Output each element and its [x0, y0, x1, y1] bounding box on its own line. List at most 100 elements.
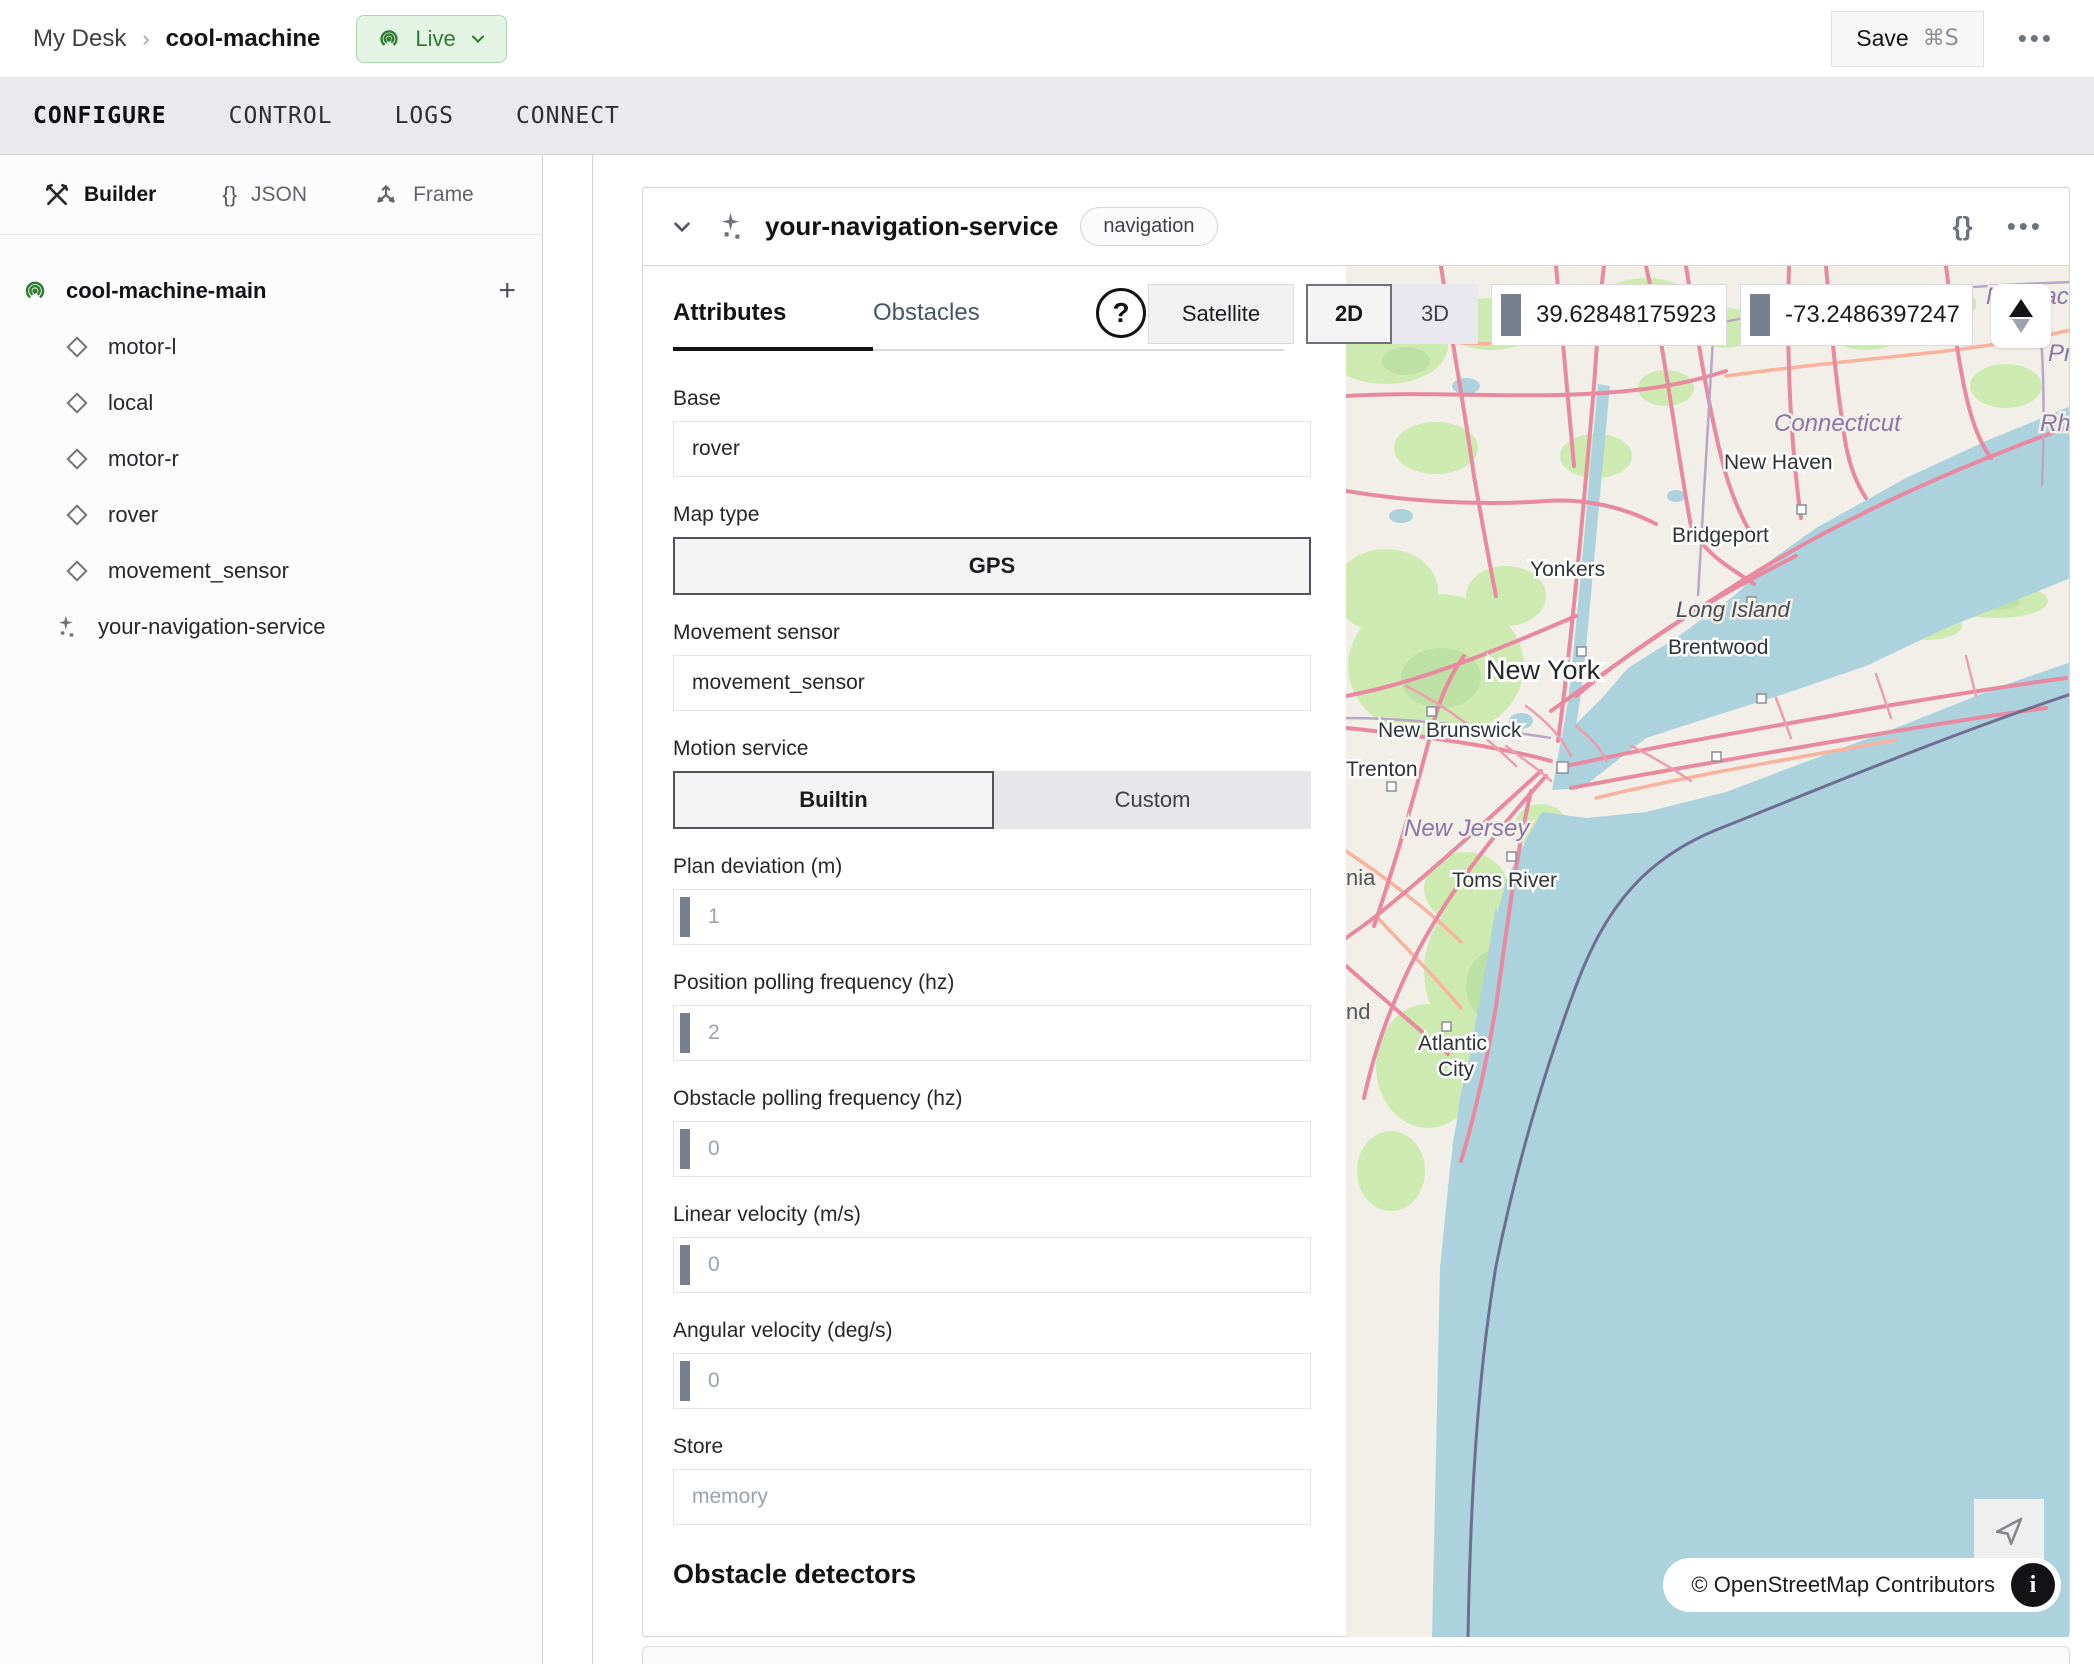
collapse-chevron-icon[interactable] [669, 214, 695, 240]
drag-handle[interactable] [1501, 294, 1521, 336]
config-sidebar: Builder {} JSON Frame [0, 155, 543, 1664]
tab-control[interactable]: CONTROL [229, 103, 333, 129]
plan-deviation-input[interactable]: 1 [673, 889, 1311, 945]
step-down-icon[interactable] [2012, 319, 2030, 333]
base-input[interactable]: rover [673, 421, 1311, 477]
longitude-value: -73.2486397247 [1785, 301, 1960, 329]
tree-item-motor-l[interactable]: motor-l [0, 319, 542, 375]
component-diamond-icon [62, 558, 92, 584]
card-more-menu-icon[interactable]: ••• [2007, 211, 2043, 242]
angular-velocity-input[interactable]: 0 [673, 1353, 1311, 1409]
field-linear-velocity: Linear velocity (m/s) 0 [673, 1203, 1311, 1293]
view-tab-json[interactable]: {} JSON [222, 182, 307, 208]
motion-service-builtin-button[interactable]: Builtin [673, 771, 994, 829]
obstacle-polling-input[interactable]: 0 [673, 1121, 1311, 1177]
viam-configure-page: My Desk › cool-machine Live Save ⌘S ••• … [0, 0, 2094, 1664]
component-diamond-icon [62, 502, 92, 528]
live-status-dropdown[interactable]: Live [356, 15, 506, 63]
info-icon[interactable]: i [2011, 1563, 2055, 1607]
motion-service-custom-button[interactable]: Custom [994, 771, 1311, 829]
angular-velocity-value: 0 [708, 1369, 720, 1393]
view-json-icon[interactable]: {} [1952, 211, 1972, 242]
navigation-service-card: your-navigation-service navigation {} ••… [642, 187, 2070, 1637]
drag-handle[interactable] [680, 897, 690, 937]
field-plan-deviation: Plan deviation (m) 1 [673, 855, 1311, 945]
machine-part-tree: cool-machine-main + motor-l local moto [0, 235, 542, 655]
field-label: Plan deviation (m) [673, 855, 1311, 879]
map-mode-2d-button[interactable]: 2D [1306, 284, 1392, 344]
latitude-input[interactable]: 39.62848175923 [1491, 284, 1727, 346]
svg-text:Atlantic: Atlantic [1418, 1032, 1487, 1055]
svg-text:New Haven: New Haven [1724, 451, 1833, 474]
svg-text:New York: New York [1486, 655, 1601, 685]
field-position-polling: Position polling frequency (hz) 2 [673, 971, 1311, 1061]
tab-configure[interactable]: CONFIGURE [33, 103, 167, 129]
store-input[interactable]: memory [673, 1469, 1311, 1525]
view-switcher: Builder {} JSON Frame [0, 155, 542, 235]
field-label: Base [673, 387, 1311, 411]
tree-item-local[interactable]: local [0, 375, 542, 431]
more-menu-icon[interactable]: ••• [2018, 23, 2054, 54]
save-button[interactable]: Save ⌘S [1831, 11, 1983, 67]
chevron-down-icon [468, 29, 488, 49]
next-card-strip[interactable] [642, 1646, 2070, 1664]
tab-logs[interactable]: LOGS [395, 103, 454, 129]
component-diamond-icon [62, 334, 92, 360]
svg-text:New Brunswick: New Brunswick [1378, 719, 1522, 742]
field-label: Motion service [673, 737, 1311, 761]
svg-text:Long Island: Long Island [1676, 597, 1791, 622]
linear-velocity-value: 0 [708, 1253, 720, 1277]
component-diamond-icon [62, 390, 92, 416]
movement-sensor-input[interactable]: movement_sensor [673, 655, 1311, 711]
drag-handle[interactable] [680, 1129, 690, 1169]
motion-service-toggle: Builtin Custom [673, 771, 1311, 829]
svg-text:Trenton: Trenton [1346, 758, 1418, 781]
main-tab-bar: CONFIGURE CONTROL LOGS CONNECT [0, 77, 2094, 155]
svg-text:nd: nd [1346, 999, 1370, 1024]
field-map-type: Map type GPS [673, 503, 1311, 595]
field-motion-service: Motion service Builtin Custom [673, 737, 1311, 829]
tab-obstacles[interactable]: Obstacles [873, 281, 1284, 351]
tab-connect[interactable]: CONNECT [516, 103, 620, 129]
position-polling-input[interactable]: 2 [673, 1005, 1311, 1061]
breadcrumb-parent[interactable]: My Desk [33, 25, 126, 53]
view-tab-frame[interactable]: Frame [373, 182, 474, 208]
tree-root-cool-machine-main[interactable]: cool-machine-main + [0, 263, 542, 319]
navigation-map[interactable]: Massach Pro Rhod Connecticut New Haven B… [1346, 266, 2069, 1637]
view-tab-label: JSON [251, 183, 307, 207]
drag-handle[interactable] [680, 1361, 690, 1401]
field-angular-velocity: Angular velocity (deg/s) 0 [673, 1319, 1311, 1409]
svg-text:Toms River: Toms River [1452, 869, 1557, 892]
add-component-button[interactable]: + [498, 276, 516, 306]
attribution-text[interactable]: © OpenStreetMap Contributors [1691, 1572, 1995, 1598]
panel-divider[interactable] [592, 155, 593, 1664]
view-tab-builder[interactable]: Builder [44, 182, 156, 208]
locate-button[interactable] [1974, 1499, 2044, 1563]
tree-item-your-navigation-service[interactable]: your-navigation-service [0, 599, 542, 655]
drag-handle[interactable] [680, 1013, 690, 1053]
map-mode-3d-button[interactable]: 3D [1392, 284, 1478, 344]
navigation-service-icon [715, 210, 749, 244]
zoom-stepper[interactable] [1991, 284, 2051, 348]
attributes-form: Attributes Obstacles Base rover Map type… [673, 266, 1311, 1590]
drag-handle[interactable] [1750, 294, 1770, 336]
navigation-service-icon [52, 613, 82, 641]
position-polling-value: 2 [708, 1021, 720, 1045]
tree-item-rover[interactable]: rover [0, 487, 542, 543]
step-up-icon[interactable] [2009, 299, 2033, 317]
drag-handle[interactable] [680, 1245, 690, 1285]
frame-axes-icon [373, 182, 399, 208]
map-type-gps-button[interactable]: GPS [673, 537, 1311, 595]
tree-item-motor-r[interactable]: motor-r [0, 431, 542, 487]
field-store: Store memory [673, 1435, 1311, 1525]
longitude-input[interactable]: -73.2486397247 [1740, 284, 1973, 346]
linear-velocity-input[interactable]: 0 [673, 1237, 1311, 1293]
obstacle-polling-value: 0 [708, 1137, 720, 1161]
tab-attributes[interactable]: Attributes [673, 281, 873, 351]
save-shortcut: ⌘S [1923, 26, 1959, 51]
plan-deviation-value: 1 [708, 905, 720, 929]
view-tab-label: Frame [413, 183, 474, 207]
tree-item-movement-sensor[interactable]: movement_sensor [0, 543, 542, 599]
movement-sensor-value: movement_sensor [692, 671, 865, 695]
service-title: your-navigation-service [765, 211, 1058, 242]
